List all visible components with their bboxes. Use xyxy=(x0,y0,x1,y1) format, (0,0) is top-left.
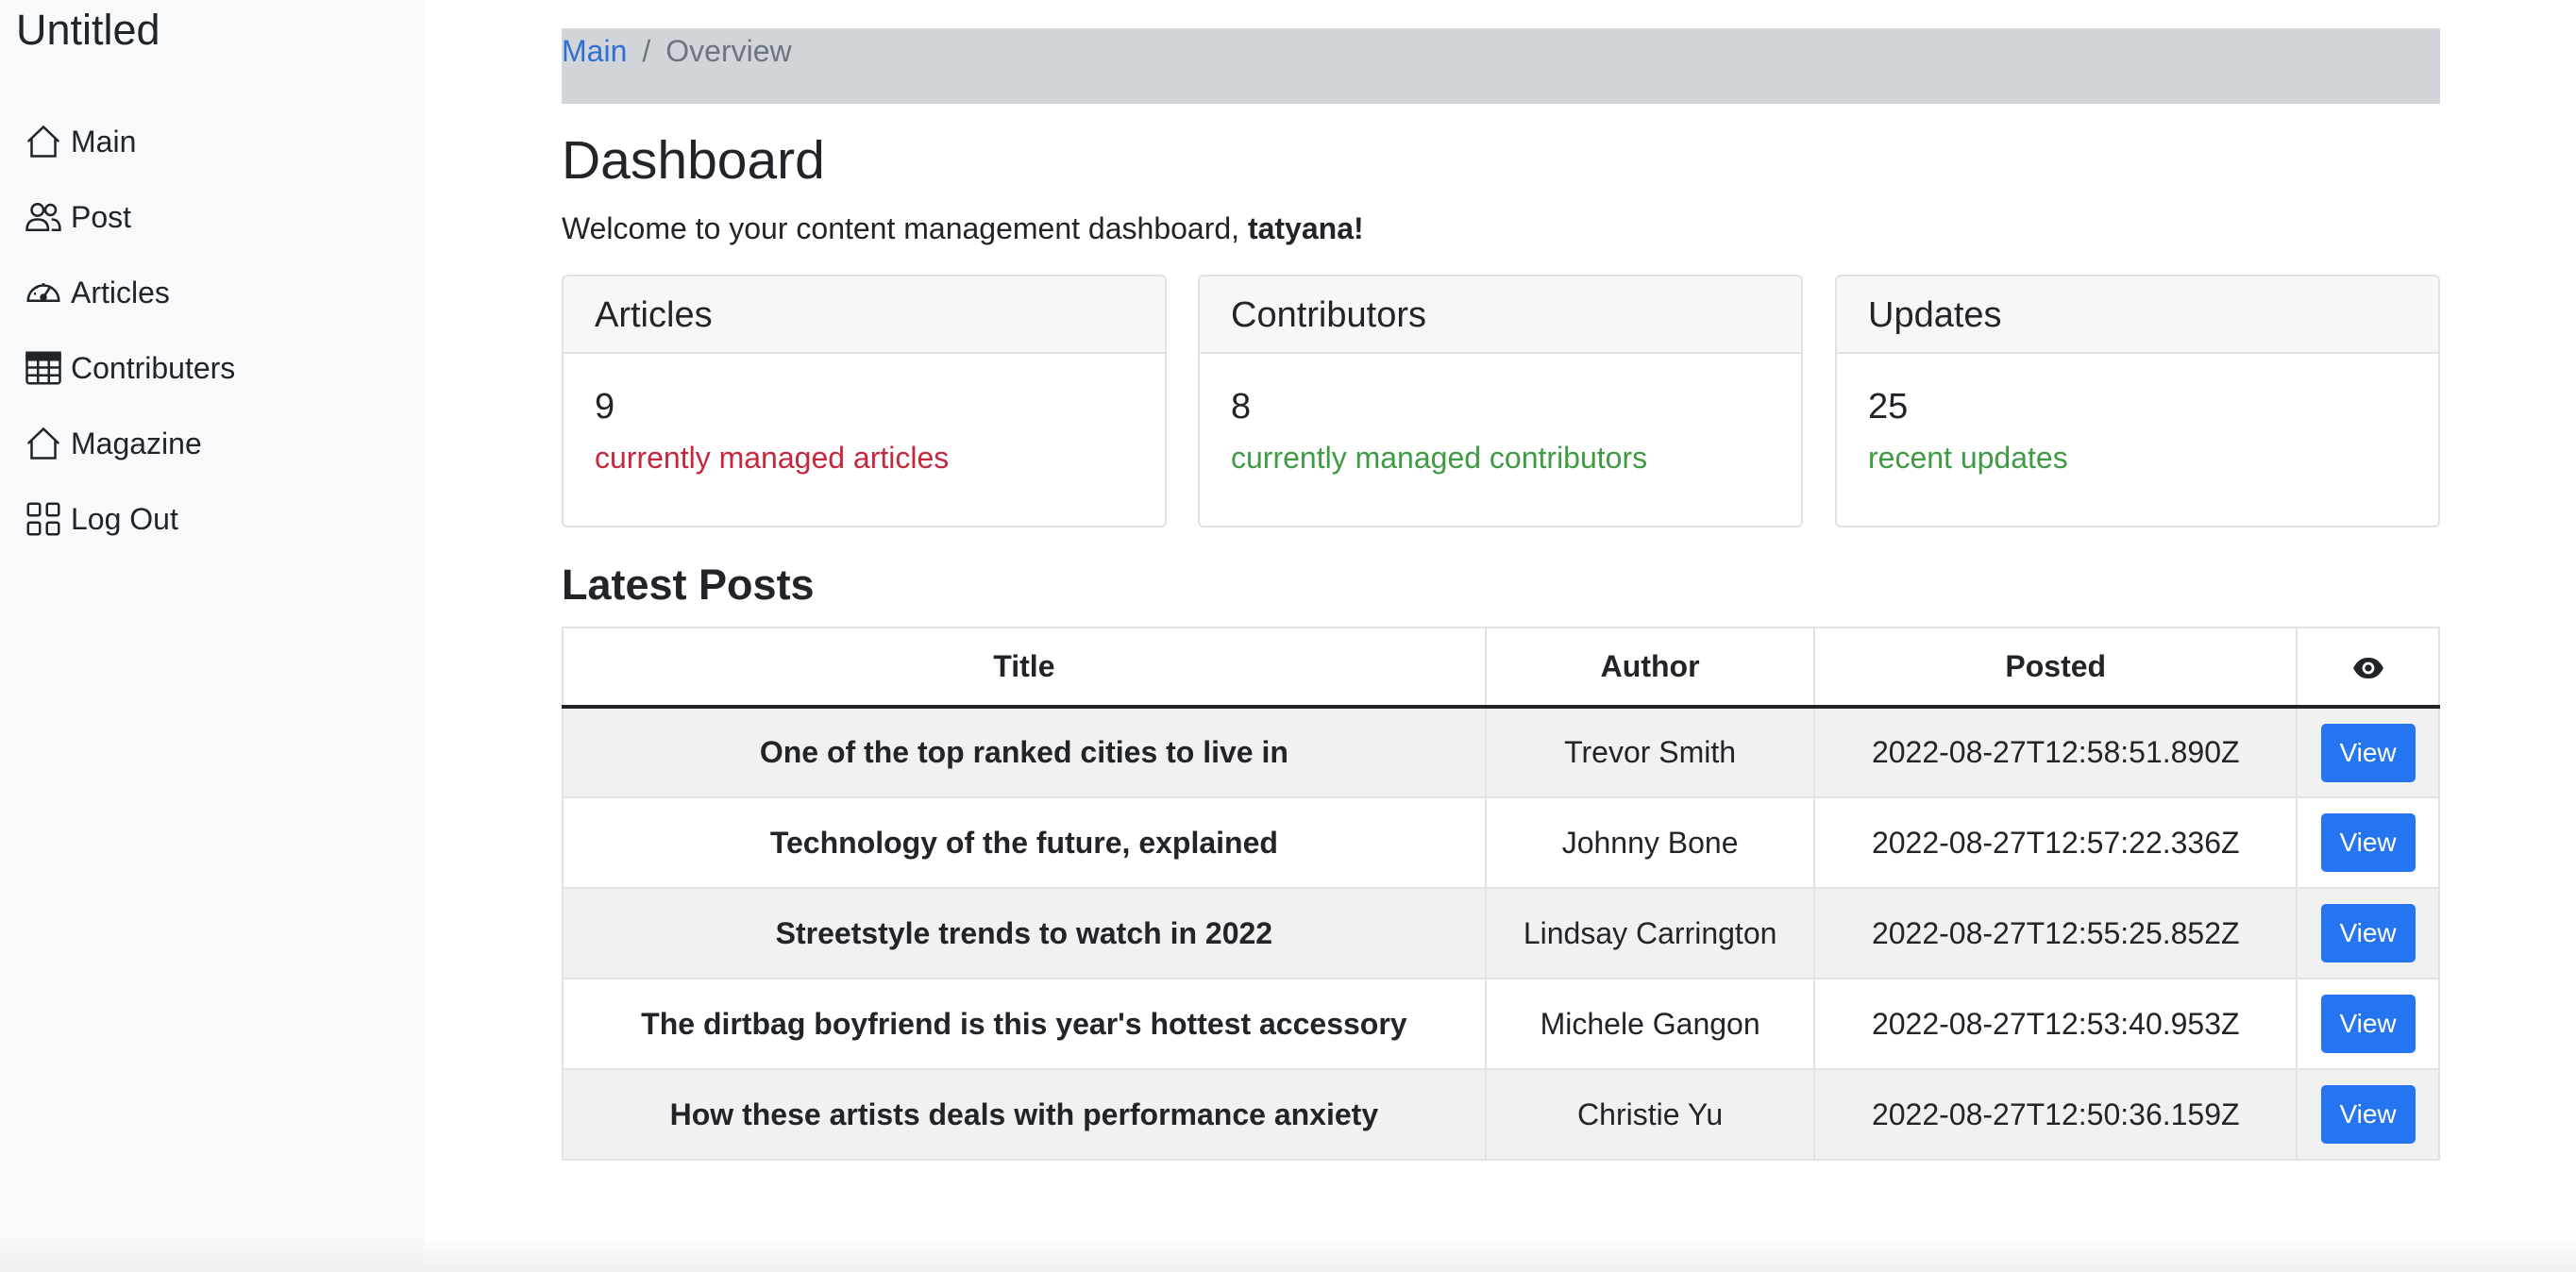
sidebar-item-articles[interactable]: Articles xyxy=(0,255,424,330)
card-subtitle: recent updates xyxy=(1868,441,2068,475)
post-view-cell: View xyxy=(2296,706,2440,798)
breadcrumb-current: Overview xyxy=(665,34,792,68)
sidebar-nav: Main Post Articles Contributers Magazine… xyxy=(0,104,424,557)
post-date: 2022-08-27T12:50:36.159Z xyxy=(1813,1068,2298,1161)
table-header: Title Author Posted xyxy=(562,627,2440,709)
column-header-posted: Posted xyxy=(1813,627,2298,709)
user-name: tatyana! xyxy=(1247,211,1364,245)
welcome-text: Welcome to your content management dashb… xyxy=(562,211,1248,245)
sidebar-item-label: Magazine xyxy=(71,426,202,460)
column-header-view xyxy=(2296,627,2440,709)
table-row: Technology of the future, explained John… xyxy=(562,796,2440,889)
home-icon xyxy=(26,427,60,460)
home-icon xyxy=(26,125,60,158)
post-title: How these artists deals with performance… xyxy=(562,1068,1487,1161)
post-author: Johnny Bone xyxy=(1484,796,1816,889)
post-title: The dirtbag boyfriend is this year's hot… xyxy=(562,978,1487,1070)
breadcrumb-separator: / xyxy=(642,34,651,68)
sidebar-item-main[interactable]: Main xyxy=(0,104,424,179)
bottom-shadow xyxy=(0,1234,2576,1272)
grid-icon xyxy=(26,502,60,536)
post-author: Michele Gangon xyxy=(1484,978,1816,1070)
post-date: 2022-08-27T12:57:22.336Z xyxy=(1813,796,2298,889)
sidebar-item-label: Main xyxy=(71,124,137,159)
post-view-cell: View xyxy=(2296,978,2440,1070)
post-author: Christie Yu xyxy=(1484,1068,1816,1161)
card-header: Contributors xyxy=(1200,276,1801,354)
sidebar-item-log-out[interactable]: Log Out xyxy=(0,481,424,557)
post-view-cell: View xyxy=(2296,1068,2440,1161)
post-author: Trevor Smith xyxy=(1484,706,1816,798)
post-title: One of the top ranked cities to live in xyxy=(562,706,1487,798)
column-header-title: Title xyxy=(562,627,1487,709)
table-header-row: Title Author Posted xyxy=(562,627,2440,709)
people-icon xyxy=(25,203,61,231)
welcome-message: Welcome to your content management dashb… xyxy=(562,209,1364,247)
table-row: How these artists deals with performance… xyxy=(562,1068,2440,1161)
eye-icon xyxy=(2352,658,2383,679)
card-updates: Updates 25 recent updates xyxy=(1835,275,2440,527)
card-value: 8 xyxy=(1231,387,1252,427)
post-view-cell: View xyxy=(2296,796,2440,889)
table-row: The dirtbag boyfriend is this year's hot… xyxy=(562,978,2440,1070)
card-articles: Articles 9 currently managed articles xyxy=(562,275,1167,527)
breadcrumb: Main / Overview xyxy=(562,28,2440,104)
view-button[interactable]: View xyxy=(2320,1085,2416,1144)
table-body: One of the top ranked cities to live in … xyxy=(562,706,2440,1161)
sidebar-item-post[interactable]: Post xyxy=(0,179,424,255)
view-button[interactable]: View xyxy=(2320,723,2416,782)
table-row: One of the top ranked cities to live in … xyxy=(562,706,2440,798)
latest-posts-title: Latest Posts xyxy=(562,561,815,609)
sidebar-item-contributers[interactable]: Contributers xyxy=(0,330,424,406)
view-button[interactable]: View xyxy=(2320,813,2416,872)
sidebar-item-label: Contributers xyxy=(71,350,236,385)
post-title: Technology of the future, explained xyxy=(562,796,1487,889)
card-contributors: Contributors 8 currently managed contrib… xyxy=(1198,275,1803,527)
page-title: Dashboard xyxy=(562,130,825,191)
post-view-cell: View xyxy=(2296,887,2440,979)
post-date: 2022-08-27T12:55:25.852Z xyxy=(1813,887,2298,979)
post-author: Lindsay Carrington xyxy=(1484,887,1816,979)
post-title: Streetstyle trends to watch in 2022 xyxy=(562,887,1487,979)
sidebar-item-label: Post xyxy=(71,199,132,234)
brand-title: Untitled xyxy=(16,6,160,54)
breadcrumb-link-main[interactable]: Main xyxy=(562,34,627,69)
sidebar: Untitled Main Post Articles Contributers… xyxy=(0,0,424,1272)
card-header: Articles xyxy=(564,276,1165,354)
sidebar-item-magazine[interactable]: Magazine xyxy=(0,406,424,481)
sidebar-item-label: Log Out xyxy=(71,501,178,536)
card-subtitle: currently managed contributors xyxy=(1231,441,1648,475)
table-icon xyxy=(25,351,61,385)
view-button[interactable]: View xyxy=(2320,995,2416,1053)
post-date: 2022-08-27T12:53:40.953Z xyxy=(1813,978,2298,1070)
view-button[interactable]: View xyxy=(2320,904,2416,962)
sidebar-item-label: Articles xyxy=(71,275,170,310)
card-subtitle: currently managed articles xyxy=(595,441,950,475)
app-root: Untitled Main Post Articles Contributers… xyxy=(0,0,2576,1272)
speedometer-icon xyxy=(26,283,60,302)
column-header-author: Author xyxy=(1484,627,1816,709)
stats-cards: Articles 9 currently managed articles Co… xyxy=(562,275,2440,527)
latest-posts-table: Title Author Posted One of the top ranke… xyxy=(562,627,2440,1161)
card-header: Updates xyxy=(1837,276,2438,354)
post-date: 2022-08-27T12:58:51.890Z xyxy=(1813,706,2298,798)
card-value: 25 xyxy=(1868,387,1909,427)
table-row: Streetstyle trends to watch in 2022 Lind… xyxy=(562,887,2440,979)
card-value: 9 xyxy=(595,387,615,427)
